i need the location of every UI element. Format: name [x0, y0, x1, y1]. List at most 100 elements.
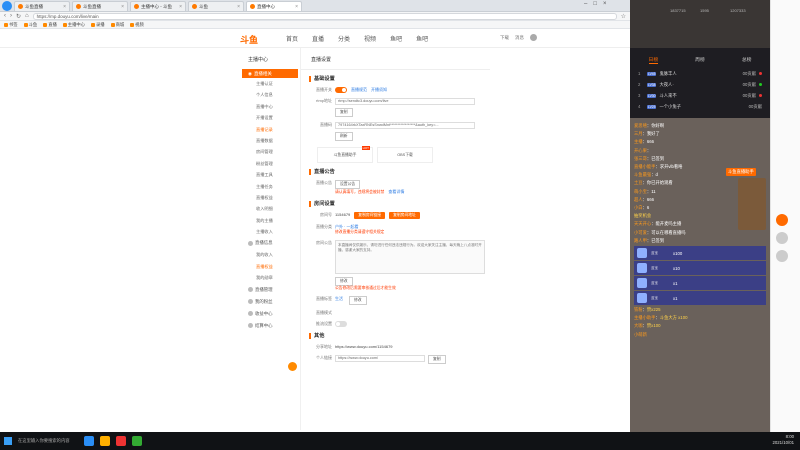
refresh-icon[interactable]: ↻ — [16, 13, 21, 20]
sidebar-item[interactable]: 个人信息 — [242, 89, 298, 100]
edit-description-button[interactable]: 修改 — [335, 277, 353, 286]
top-float-icon[interactable] — [776, 250, 788, 262]
sidebar-item[interactable]: 我的主播 — [242, 215, 298, 226]
sidebar-item[interactable]: 房间管理 — [242, 146, 298, 157]
sidebar-item[interactable]: 直播权益 — [242, 192, 298, 203]
promo-thumbnail[interactable] — [738, 178, 766, 230]
sidebar-item[interactable]: 开播设置 — [242, 112, 298, 123]
sidebar-group[interactable]: 我的粉丝 — [242, 296, 298, 308]
sidebar-group[interactable]: 直播管理 — [242, 284, 298, 296]
sidebar-item[interactable]: 主播任务 — [242, 181, 298, 192]
nav-more[interactable]: 鱼吧 — [416, 34, 428, 43]
sidebar-item[interactable]: 直播权益 — [242, 261, 298, 272]
nav-home[interactable]: 首页 — [286, 34, 298, 43]
feedback-float-icon[interactable] — [288, 362, 297, 371]
home-icon[interactable]: ⌂ — [25, 13, 29, 19]
assistant-badge[interactable]: 斗鱼直播助手 — [726, 168, 756, 176]
browser-tab[interactable]: 斗鱼 × — [188, 1, 244, 11]
browser-tab-active[interactable]: 直播中心 × — [246, 1, 302, 11]
message-link[interactable]: 消息 — [515, 35, 524, 41]
obs-card[interactable]: OBS下载 — [377, 147, 433, 163]
sidebar-item[interactable]: 主播收入 — [242, 226, 298, 237]
details-link[interactable]: 查看详情 — [388, 189, 404, 194]
bookmark-item[interactable]: 主播中心 — [62, 22, 85, 28]
close-window-icon[interactable]: × — [603, 1, 607, 7]
tab-total[interactable]: 总榜 — [742, 56, 752, 64]
set-notice-button[interactable]: 设置公告 — [335, 180, 361, 189]
rank-row[interactable]: 3 LV30 斗人来不 00贡献 — [630, 90, 770, 101]
room-description-textarea[interactable]: 本直播间仅供娱乐，请勿进行任何违法违规行为。欢迎大家关注主播，每天晚上八点准时开… — [335, 240, 485, 274]
sidebar-item[interactable]: 我的收入 — [242, 249, 298, 260]
copy-room-link-button[interactable]: 复制房间链接 — [354, 212, 386, 219]
copy-room-address-button[interactable]: 复制房间地址 — [389, 212, 420, 219]
bookmark-item[interactable]: 直播 — [43, 22, 57, 28]
browser-tab[interactable]: 主播中心 - 斗鱼 × — [130, 1, 186, 11]
sidebar-item[interactable]: 直播中心 — [242, 101, 298, 112]
tab-close-icon[interactable]: × — [121, 4, 124, 10]
tab-close-icon[interactable]: × — [63, 4, 66, 10]
tab-close-icon[interactable]: × — [295, 4, 298, 10]
assistant-card[interactable]: 斗鱼直播助手 HOT — [317, 146, 373, 163]
url-input[interactable]: https://mp.douyu.com/live/main — [32, 12, 617, 20]
taskbar-search[interactable]: 在这里输入你要搜索的内容 — [18, 438, 78, 444]
tab-weekly[interactable]: 周榜 — [695, 56, 705, 64]
sidebar-item[interactable]: 直播工具 — [242, 169, 298, 180]
tag-link[interactable]: 生活 — [335, 296, 343, 302]
category-link[interactable]: 户外 · 一起看 — [335, 224, 359, 229]
download-link[interactable]: 下载 — [500, 35, 509, 41]
sidebar-group-active[interactable]: ◉ 直播相关 — [242, 69, 298, 78]
start-icon[interactable] — [4, 437, 12, 445]
refresh-key-button[interactable]: 刷新 — [335, 132, 353, 141]
bookmark-item[interactable]: 商城 — [110, 22, 124, 28]
nav-category[interactable]: 分类 — [338, 34, 350, 43]
share-url[interactable]: https://www.douyu.com/1154679 — [335, 344, 393, 349]
stream-key-input[interactable]: 7974164rkXTaxRNEsSnwdMnt****************… — [335, 122, 475, 129]
site-logo[interactable]: 斗鱼 — [240, 33, 258, 46]
sidebar-group[interactable]: 直播信息 — [242, 237, 298, 249]
browser-app-icon[interactable] — [84, 436, 94, 446]
rules-link[interactable]: 直播规范 — [351, 87, 367, 93]
minimize-icon[interactable]: – — [584, 1, 587, 7]
sidebar-group[interactable]: 收益中心 — [242, 308, 298, 320]
avatar[interactable] — [530, 34, 537, 41]
tab-close-icon[interactable]: × — [237, 4, 240, 10]
rank-row[interactable]: 1 LV45 鬼脉丰人 00贡献 — [630, 68, 770, 79]
copy-link-button[interactable]: 复制 — [428, 355, 446, 364]
sidebar-item[interactable]: 粉丝管理 — [242, 158, 298, 169]
bookmark-item[interactable]: 斗鱼 — [23, 22, 37, 28]
forward-icon[interactable]: › — [10, 13, 12, 19]
personal-link-input[interactable]: https://www.douyu.com/ — [335, 355, 425, 362]
star-icon[interactable]: ☆ — [621, 13, 626, 20]
nav-live[interactable]: 直播 — [312, 34, 324, 43]
sidebar-group[interactable]: 结算中心 — [242, 320, 298, 332]
push-toggle[interactable] — [335, 321, 347, 327]
clock[interactable]: 8:00 2021/10/01 — [772, 434, 794, 446]
bookmark-item[interactable]: 书签 — [4, 22, 18, 28]
rank-row[interactable]: 2 LV38 大夜人· 00贡献 — [630, 79, 770, 90]
bookmark-item[interactable]: 录播 — [90, 22, 105, 28]
back-icon[interactable]: ‹ — [4, 13, 6, 19]
sidebar-item[interactable]: 主播认证 — [242, 78, 298, 89]
rank-row[interactable]: 4 LV25 一个小兔子 00贡献 — [630, 101, 770, 112]
sidebar-item[interactable]: 收入明细 — [242, 203, 298, 214]
notes-link[interactable]: 开播须知 — [371, 87, 387, 93]
app-icon[interactable] — [116, 436, 126, 446]
folder-app-icon[interactable] — [100, 436, 110, 446]
rtmp-input[interactable]: rtmp://sendtc3.douyu.com/live — [335, 98, 475, 105]
nav-video[interactable]: 视频 — [364, 34, 376, 43]
home-float-icon[interactable] — [776, 232, 788, 244]
app-icon[interactable] — [132, 436, 142, 446]
nav-yuba[interactable]: 鱼吧 — [390, 34, 402, 43]
edit-tag-button[interactable]: 修改 — [349, 296, 367, 305]
copy-button[interactable]: 复制 — [335, 108, 353, 117]
bookmark-item[interactable]: 视频 — [130, 22, 144, 28]
maximize-icon[interactable]: □ — [593, 1, 597, 7]
sidebar-item[interactable]: 直播数据 — [242, 135, 298, 146]
tab-daily[interactable]: 日榜 — [648, 56, 659, 64]
sidebar-item-active[interactable]: 直播记录 — [242, 124, 298, 135]
tab-close-icon[interactable]: × — [179, 4, 182, 10]
live-toggle[interactable] — [335, 87, 347, 93]
share-icon[interactable] — [776, 214, 788, 226]
browser-tab[interactable]: 斗鱼直播 × — [14, 1, 70, 11]
browser-tab[interactable]: 斗鱼直播 × — [72, 1, 128, 11]
